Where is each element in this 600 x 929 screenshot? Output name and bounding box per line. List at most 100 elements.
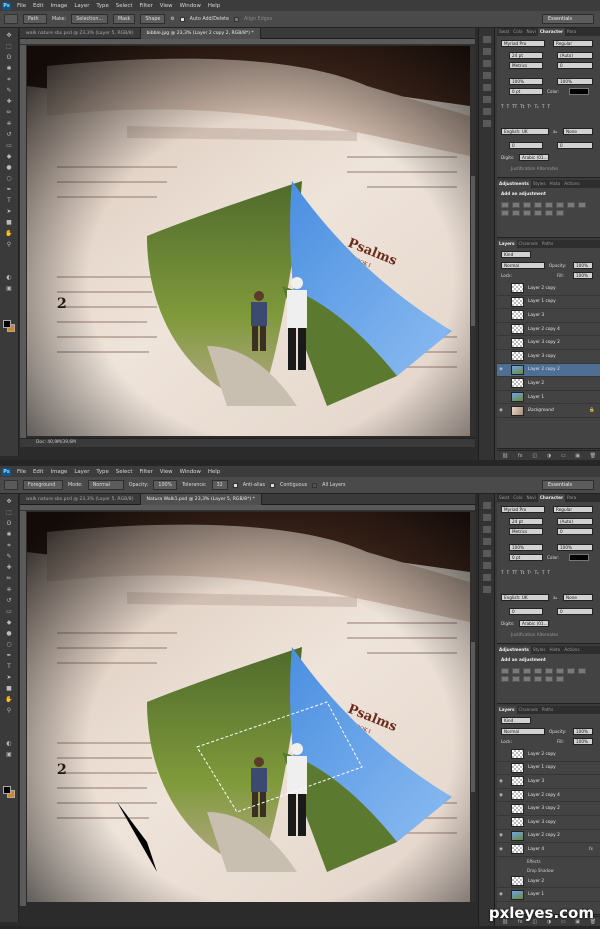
text-style-button[interactable]: T¹	[527, 104, 531, 109]
paint-bucket-tool-icon[interactable]: ◆	[4, 619, 14, 626]
eyedropper-tool-icon[interactable]: ✎	[4, 87, 14, 94]
anti-alias-select[interactable]: None	[563, 128, 593, 135]
layer-row[interactable]: Layer 2	[497, 875, 600, 889]
zoom-tool-icon[interactable]: ⚲	[4, 707, 14, 714]
font-style-select[interactable]: Regular	[553, 40, 593, 47]
menu-layer[interactable]: Layer	[74, 3, 89, 9]
menu-edit[interactable]: Edit	[33, 3, 43, 9]
text-style-button[interactable]: T₁	[535, 570, 539, 575]
indent-left-input[interactable]: 0	[509, 608, 543, 615]
adjustment-preset-icon[interactable]	[578, 202, 586, 208]
zoom-tool-icon[interactable]: ⚲	[4, 241, 14, 248]
indent-right-input[interactable]: 0	[557, 142, 593, 149]
scroll-thumb[interactable]	[471, 176, 475, 326]
make-mask-button[interactable]: Mask	[112, 14, 136, 24]
adjustment-preset-icon[interactable]	[545, 676, 553, 682]
eye-icon[interactable]: ◉	[497, 847, 505, 852]
adjustment-preset-icon[interactable]	[501, 202, 509, 208]
layer-row[interactable]: ◉ Layer 3	[497, 775, 600, 789]
layer-row[interactable]: ◉ Layer 1	[497, 888, 600, 902]
menu-file[interactable]: File	[17, 3, 26, 9]
menu-layer[interactable]: Layer	[74, 469, 89, 475]
new-group-icon[interactable]: ▭	[561, 453, 566, 459]
menu-select[interactable]: Select	[116, 469, 133, 475]
history-brush-tool-icon[interactable]: ↺	[4, 131, 14, 138]
text-style-button[interactable]: T₁	[535, 104, 539, 109]
adjustment-preset-icon[interactable]	[512, 210, 520, 216]
crop-tool-icon[interactable]: ⌗	[4, 542, 14, 549]
eraser-tool-icon[interactable]: ▭	[4, 142, 14, 149]
mode-select[interactable]: Normal	[87, 480, 124, 490]
tab-histo[interactable]: Histo	[548, 180, 563, 188]
adjustment-preset-icon[interactable]	[501, 676, 509, 682]
tab-histo[interactable]: Histo	[548, 646, 563, 654]
layer-row[interactable]: Layer 3	[497, 309, 600, 323]
adjustment-preset-icon[interactable]	[545, 210, 553, 216]
move-tool-icon[interactable]: ✥	[4, 498, 14, 505]
tool-preset-picker[interactable]	[4, 14, 18, 24]
fill-source-select[interactable]: Foreground	[23, 480, 63, 490]
dock-panel-icon[interactable]	[483, 526, 491, 533]
adjustment-preset-icon[interactable]	[534, 202, 542, 208]
fx-icon[interactable]: fx	[518, 453, 523, 459]
tab-character[interactable]: Character	[537, 28, 566, 36]
opacity-input[interactable]: 100%	[573, 728, 593, 735]
tab-channels[interactable]: Channels	[517, 240, 540, 248]
lasso-tool-icon[interactable]: ʘ	[4, 54, 14, 61]
tab-character[interactable]: Character	[537, 494, 566, 502]
text-color-swatch[interactable]	[569, 554, 589, 561]
text-style-button[interactable]: T	[547, 104, 550, 109]
tab-colo[interactable]: Colo	[511, 494, 524, 502]
adjustment-preset-icon[interactable]	[534, 668, 542, 674]
dock-panel-icon[interactable]	[483, 60, 491, 67]
foreground-color-swatch[interactable]	[3, 320, 11, 328]
layer-row[interactable]: Layer 2	[497, 377, 600, 391]
marquee-tool-icon[interactable]: ⬚	[4, 509, 14, 516]
eye-icon[interactable]: ◉	[497, 367, 505, 372]
layer-kind-filter[interactable]: Kind	[501, 251, 531, 258]
layer-row[interactable]: ◉ Background 🔒	[497, 404, 600, 418]
adjustment-preset-icon[interactable]	[512, 676, 520, 682]
quick-mask-icon[interactable]: ◐	[4, 274, 14, 281]
kerning-input[interactable]: Metrics	[509, 62, 543, 69]
auto-add-delete-checkbox[interactable]	[179, 16, 185, 22]
clone-stamp-tool-icon[interactable]: ⎈	[4, 586, 14, 593]
vertical-scale-input[interactable]: 100%	[509, 78, 543, 85]
text-color-swatch[interactable]	[569, 88, 589, 95]
adjustment-preset-icon[interactable]	[501, 668, 509, 674]
tab-para[interactable]: Para	[565, 28, 578, 36]
fill-input[interactable]: 100%	[573, 272, 593, 279]
dock-panel-icon[interactable]	[483, 514, 491, 521]
dock-panel-icon[interactable]	[483, 502, 491, 509]
adjustment-preset-icon[interactable]	[523, 210, 531, 216]
hand-tool-icon[interactable]: ✋	[4, 230, 14, 237]
tool-preset-picker[interactable]	[4, 480, 18, 490]
adjustment-preset-icon[interactable]	[545, 202, 553, 208]
tab-walk-nature[interactable]: walk nature sbs.psd @ 23,3% (Layer 5, RG…	[20, 28, 141, 39]
brush-tool-icon[interactable]: ✏	[4, 575, 14, 582]
magic-wand-tool-icon[interactable]: ✱	[4, 531, 14, 538]
eyedropper-tool-icon[interactable]: ✎	[4, 553, 14, 560]
dock-panel-icon[interactable]	[483, 84, 491, 91]
dock-panel-icon[interactable]	[483, 574, 491, 581]
adjustment-preset-icon[interactable]	[545, 668, 553, 674]
tab-colo[interactable]: Colo	[511, 28, 524, 36]
tab-para[interactable]: Para	[565, 494, 578, 502]
text-style-button[interactable]: T	[547, 570, 550, 575]
type-tool-icon[interactable]: T	[4, 663, 14, 670]
tab-walk-nature[interactable]: walk nature sbs.psd @ 23,3% (Layer 5, RG…	[20, 494, 141, 505]
anti-alias-select[interactable]: None	[563, 594, 593, 601]
shape-tool-icon[interactable]: ■	[4, 685, 14, 692]
baseline-shift-input[interactable]: 0 pt	[509, 554, 543, 561]
adjustment-preset-icon[interactable]	[556, 210, 564, 216]
move-tool-icon[interactable]: ✥	[4, 32, 14, 39]
tab-actions[interactable]: Actions	[562, 646, 581, 654]
layer-row[interactable]: Layer 2 copy	[497, 282, 600, 296]
new-layer-icon[interactable]: ▣	[575, 453, 580, 459]
adjustment-preset-icon[interactable]	[534, 676, 542, 682]
delete-layer-icon[interactable]: 🗑	[590, 453, 596, 459]
opacity-input[interactable]: 100%	[153, 480, 178, 490]
link-layers-icon[interactable]: ⛓	[502, 453, 508, 459]
canvas-scrollbar[interactable]	[470, 46, 476, 436]
menu-help[interactable]: Help	[208, 3, 220, 9]
